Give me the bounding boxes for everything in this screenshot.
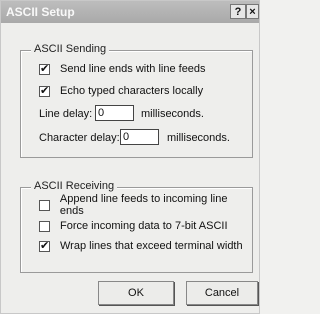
wrap-lines-checkbox[interactable]: ✔ [39, 240, 50, 252]
wrap-lines-row[interactable]: ✔ Wrap lines that exceed terminal width [39, 239, 243, 253]
append-line-feeds-row[interactable]: Append line feeds to incoming line ends [39, 193, 252, 217]
character-delay-input[interactable]: 0 [120, 129, 159, 145]
force-7bit-row[interactable]: Force incoming data to 7-bit ASCII [39, 219, 228, 233]
append-line-feeds-label: Append line feeds to incoming line ends [59, 193, 228, 217]
send-line-ends-checkbox[interactable]: ✔ [39, 63, 50, 75]
ascii-setup-dialog: ASCII Setup ? × ASCII Sending ✔ Send lin… [0, 0, 260, 314]
close-button[interactable]: × [246, 4, 259, 19]
character-delay-label: Character delay: [39, 132, 120, 144]
character-delay-unit: milliseconds. [167, 132, 230, 144]
line-delay-label: Line delay: [39, 108, 93, 120]
wrap-lines-label: Wrap lines that exceed terminal width [60, 240, 243, 252]
echo-typed-checkbox[interactable]: ✔ [39, 85, 50, 97]
ascii-sending-group: ASCII Sending ✔ Send line ends with line… [20, 43, 253, 158]
cancel-button[interactable]: Cancel [186, 281, 258, 305]
ascii-receiving-legend: ASCII Receiving [31, 180, 118, 192]
title-bar[interactable]: ASCII Setup ? × [1, 1, 259, 23]
force-7bit-checkbox[interactable] [39, 220, 50, 232]
send-line-ends-row[interactable]: ✔ Send line ends with line feeds [39, 62, 206, 76]
ascii-receiving-group: ASCII Receiving Append line feeds to inc… [20, 180, 253, 273]
help-button[interactable]: ? [230, 4, 246, 19]
echo-typed-label: Echo typed characters locally [60, 85, 204, 97]
append-line-feeds-checkbox[interactable] [39, 199, 50, 211]
window-title: ASCII Setup [6, 5, 75, 19]
line-delay-input[interactable]: 0 [95, 105, 134, 121]
send-line-ends-label: Send line ends with line feeds [60, 63, 206, 75]
echo-typed-row[interactable]: ✔ Echo typed characters locally [39, 84, 203, 98]
ascii-sending-legend: ASCII Sending [31, 43, 110, 55]
line-delay-unit: milliseconds. [141, 108, 204, 120]
force-7bit-label: Force incoming data to 7-bit ASCII [60, 220, 228, 232]
ok-button[interactable]: OK [98, 281, 174, 305]
